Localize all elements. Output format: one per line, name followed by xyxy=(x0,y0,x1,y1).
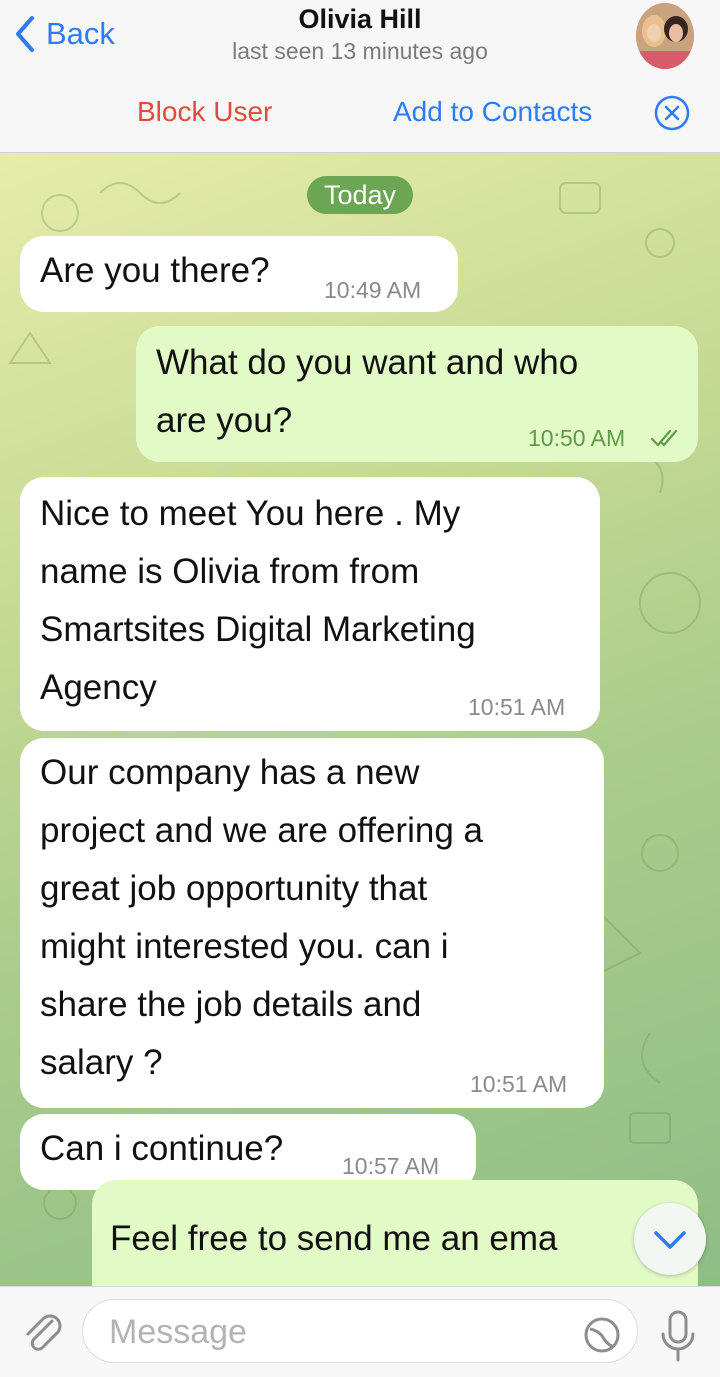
message-bubble-incoming[interactable]: Nice to meet You here . My name is Olivi… xyxy=(20,477,600,731)
message-text: Feel free to send me an ema xyxy=(110,1219,558,1258)
message-input[interactable] xyxy=(107,1310,571,1354)
message-text: Agency xyxy=(40,668,157,707)
chat-header: Back Olivia Hill last seen 13 minutes ag… xyxy=(0,0,720,77)
block-user-button[interactable]: Block User xyxy=(137,96,272,128)
add-to-contacts-button[interactable]: Add to Contacts xyxy=(393,96,592,128)
message-time: 10:49 AM xyxy=(324,277,422,303)
microphone-icon[interactable] xyxy=(658,1308,698,1364)
date-separator: Today xyxy=(307,176,413,214)
message-text: might interested you. can i xyxy=(40,927,449,966)
message-text: Nice to meet You here . My xyxy=(40,494,461,533)
message-text: share the job details and xyxy=(40,985,422,1024)
back-button[interactable]: Back xyxy=(12,12,115,56)
message-bubble-outgoing[interactable]: What do you want and who are you? 10:50 … xyxy=(136,326,698,462)
message-input-wrapper xyxy=(82,1299,638,1363)
message-text: Our company has a new xyxy=(40,753,420,792)
message-text: Can i continue? xyxy=(40,1129,284,1168)
paperclip-icon[interactable] xyxy=(18,1307,66,1355)
message-text: great job opportunity that xyxy=(40,869,428,908)
message-text: salary ? xyxy=(40,1043,163,1082)
message-bubble-outgoing[interactable]: Feel free to send me an ema xyxy=(92,1180,698,1286)
message-text: What do you want and who xyxy=(156,343,579,382)
message-bubble-incoming[interactable]: Our company has a new project and we are… xyxy=(20,738,604,1108)
message-text: Are you there? xyxy=(40,251,270,290)
back-label: Back xyxy=(46,16,115,51)
scroll-to-bottom-button[interactable] xyxy=(634,1203,706,1275)
chevron-down-icon xyxy=(654,1231,686,1249)
message-bubble-incoming[interactable]: Are you there? 10:49 AM xyxy=(20,236,458,312)
message-text: name is Olivia from from xyxy=(40,552,420,591)
message-time: 10:50 AM xyxy=(528,425,626,451)
message-time: 10:57 AM xyxy=(342,1153,440,1179)
read-checkmarks-icon xyxy=(650,429,678,447)
chevron-left-icon xyxy=(16,16,34,52)
message-time: 10:51 AM xyxy=(468,694,566,720)
message-bubble-incoming[interactable]: Can i continue? 10:57 AM xyxy=(20,1114,476,1190)
message-text: project and we are offering a xyxy=(40,811,483,850)
message-text: are you? xyxy=(156,401,293,440)
message-time: 10:51 AM xyxy=(470,1071,568,1097)
avatar[interactable] xyxy=(636,3,694,69)
last-seen-status: last seen 13 minutes ago xyxy=(232,38,488,64)
contact-name[interactable]: Olivia Hill xyxy=(160,4,560,35)
message-text: Smartsites Digital Marketing xyxy=(40,610,476,649)
action-bar: Block User Add to Contacts xyxy=(0,76,720,153)
close-icon[interactable] xyxy=(654,95,690,131)
sticker-icon[interactable] xyxy=(582,1315,622,1355)
